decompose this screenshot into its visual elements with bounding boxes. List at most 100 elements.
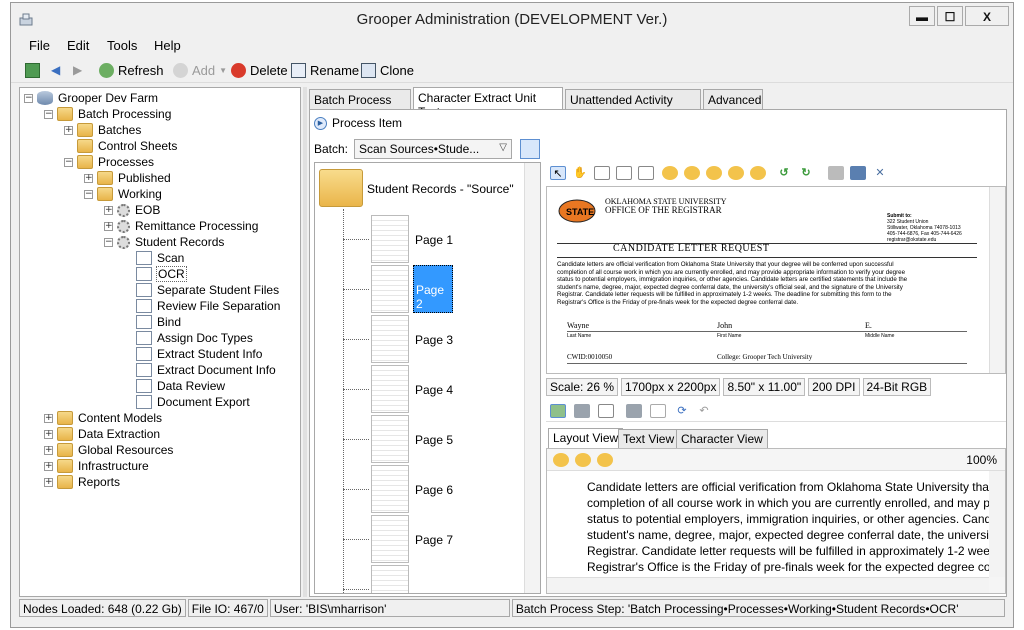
- undo-icon[interactable]: ↶: [696, 404, 712, 418]
- zoom-width-icon[interactable]: [728, 166, 744, 180]
- batch-select[interactable]: Scan Sources•Stude... ▽: [354, 139, 512, 159]
- tree-node-step-bind[interactable]: Bind: [136, 314, 182, 330]
- tab-text-view[interactable]: Text View: [618, 429, 680, 448]
- process-item-button[interactable]: ▶ Process Item: [314, 113, 1002, 133]
- tree-node-global-resources[interactable]: + Global Resources: [44, 442, 174, 458]
- tree-node-step-data-review[interactable]: Data Review: [136, 378, 226, 394]
- layout-mode-icon[interactable]: [550, 404, 566, 418]
- tree-node-eob[interactable]: + EOB: [104, 202, 161, 218]
- filter-icon[interactable]: [626, 404, 642, 418]
- menu-help[interactable]: Help: [154, 38, 181, 53]
- tree-node-step-extract-student[interactable]: Extract Student Info: [136, 346, 263, 362]
- gear-icon: [117, 203, 130, 217]
- tree-node-step-document-export[interactable]: Document Export: [136, 394, 251, 410]
- select-region-icon[interactable]: [594, 166, 610, 180]
- folder-icon: [57, 459, 73, 473]
- maximize-button[interactable]: ☐: [937, 6, 963, 26]
- page-thumbnail-item[interactable]: Page 7: [343, 515, 523, 565]
- crop-icon[interactable]: [616, 166, 632, 180]
- print-icon[interactable]: [828, 166, 844, 180]
- tree-node-batches[interactable]: + Batches: [64, 122, 142, 138]
- crop-icon[interactable]: [650, 404, 666, 418]
- zoom-actual-icon[interactable]: [750, 166, 766, 180]
- tree-node-step-extract-document[interactable]: Extract Document Info: [136, 362, 277, 378]
- page-image-view[interactable]: STATE OKLAHOMA STATE UNIVERSITY OFFICE OF…: [546, 186, 1006, 374]
- pointer-icon[interactable]: ↖: [550, 166, 566, 180]
- back-button[interactable]: ◀: [51, 61, 60, 79]
- hand-icon[interactable]: ✋: [572, 166, 588, 180]
- ocr-text-area[interactable]: Candidate letters are official verificat…: [547, 471, 989, 577]
- page-thumbnail-item[interactable]: Page 4: [343, 365, 523, 415]
- root-folder-label[interactable]: Student Records - "Source": [367, 182, 514, 196]
- forward-button[interactable]: ▶: [73, 61, 82, 79]
- rotate-right-icon[interactable]: ↻: [798, 166, 814, 180]
- tree-node-control-sheets[interactable]: Control Sheets: [77, 138, 178, 154]
- inspect-icon[interactable]: [598, 404, 614, 418]
- tree-node-root[interactable]: − Grooper Dev Farm: [24, 90, 159, 106]
- sync-icon[interactable]: ⟳: [674, 404, 690, 418]
- tab-advanced[interactable]: Advanced: [703, 89, 763, 109]
- page-thumbnail-item[interactable]: Page 5: [343, 415, 523, 465]
- zoom-out-icon[interactable]: [684, 166, 700, 180]
- page-thumbnail-list: Student Records - "Source" Page 1 Page 2…: [314, 162, 541, 594]
- save-icon[interactable]: [850, 166, 866, 180]
- tab-character-extract-unit-tester[interactable]: Character Extract Unit Tester: [413, 87, 563, 119]
- zoom-out-icon[interactable]: [575, 453, 591, 467]
- tab-layout-view[interactable]: Layout View: [548, 428, 624, 448]
- tools-icon[interactable]: ✕: [872, 166, 888, 180]
- zoom-in-icon[interactable]: [662, 166, 678, 180]
- tree-node-infrastructure[interactable]: + Infrastructure: [44, 458, 150, 474]
- add-button[interactable]: Add ▼: [173, 61, 227, 79]
- tree-node-processes[interactable]: − Processes: [64, 154, 155, 170]
- menu-edit[interactable]: Edit: [67, 38, 89, 53]
- tree-node-working[interactable]: − Working: [84, 186, 163, 202]
- tab-character-view[interactable]: Character View: [676, 429, 768, 448]
- page-icon[interactable]: [638, 166, 654, 180]
- image-mode-icon[interactable]: [574, 404, 590, 418]
- page-thumbnail-item[interactable]: Page 3: [343, 315, 523, 365]
- home-button[interactable]: [25, 61, 44, 79]
- page-thumbnail-item[interactable]: Page 2: [343, 265, 523, 315]
- vertical-scrollbar[interactable]: [989, 187, 1005, 373]
- tree-node-batch-processing[interactable]: − Batch Processing: [44, 106, 172, 122]
- tree-node-student-records[interactable]: − Student Records: [104, 234, 225, 250]
- panel-splitter[interactable]: [303, 87, 307, 597]
- tree-node-step-assign-doc-types[interactable]: Assign Doc Types: [136, 330, 254, 346]
- tree-node-data-extraction[interactable]: + Data Extraction: [44, 426, 161, 442]
- vertical-scrollbar[interactable]: [524, 163, 540, 593]
- tree-node-content-models[interactable]: + Content Models: [44, 410, 163, 426]
- page-thumbnail-item[interactable]: Page 1: [343, 215, 523, 265]
- folder-icon: [57, 475, 73, 489]
- clone-button[interactable]: Clone: [361, 61, 414, 79]
- tab-batch-process-step[interactable]: Batch Process Step: [309, 89, 411, 121]
- tree-node-step-separate[interactable]: Separate Student Files: [136, 282, 280, 298]
- vertical-scrollbar[interactable]: [989, 471, 1005, 577]
- batch-browse-button[interactable]: [520, 139, 540, 159]
- delete-button[interactable]: Delete: [231, 61, 288, 79]
- rename-button[interactable]: Rename: [291, 61, 359, 79]
- node-tree: − Grooper Dev Farm − Batch Processing + Bat…: [19, 87, 301, 597]
- tree-node-step-scan[interactable]: Scan: [136, 250, 185, 266]
- ocr-line: status to potential employers, immigrati…: [587, 512, 989, 526]
- tab-unattended-activity-tester[interactable]: Unattended Activity Tester: [565, 89, 701, 121]
- tree-node-remittance-processing[interactable]: + Remittance Processing: [104, 218, 259, 234]
- rotate-left-icon[interactable]: ↺: [776, 166, 792, 180]
- ocr-icon: [136, 267, 152, 281]
- tree-node-published[interactable]: + Published: [84, 170, 172, 186]
- horizontal-scrollbar[interactable]: [547, 577, 989, 593]
- zoom-in-icon[interactable]: [553, 453, 569, 467]
- close-button[interactable]: X: [965, 6, 1009, 26]
- menu-tools[interactable]: Tools: [107, 38, 137, 53]
- page-thumbnail-item[interactable]: [343, 565, 523, 593]
- expand-icon: +: [104, 204, 113, 215]
- page-thumbnail-item[interactable]: Page 6: [343, 465, 523, 515]
- zoom-fit-icon[interactable]: [597, 453, 613, 467]
- form-heading: CANDIDATE LETTER REQUEST: [613, 243, 770, 254]
- refresh-button[interactable]: Refresh: [99, 61, 164, 79]
- tree-node-step-review-separation[interactable]: Review File Separation: [136, 298, 281, 314]
- tree-node-reports[interactable]: + Reports: [44, 474, 121, 490]
- minimize-button[interactable]: ▬: [909, 6, 935, 26]
- menu-file[interactable]: File: [29, 38, 50, 53]
- tree-node-step-ocr[interactable]: OCR: [136, 266, 187, 282]
- zoom-fit-icon[interactable]: [706, 166, 722, 180]
